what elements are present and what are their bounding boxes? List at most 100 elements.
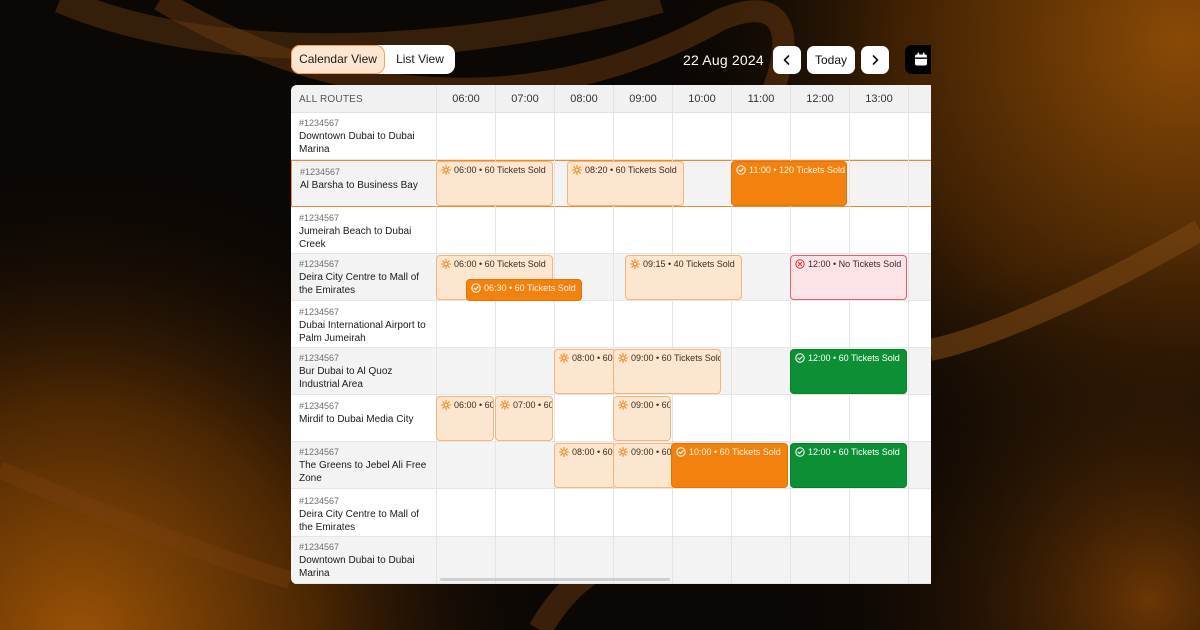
trip-event-label: 12:00 • No Tickets Sold <box>808 259 902 269</box>
trip-event-label: 10:00 • 60 Tickets Sold <box>689 447 781 457</box>
route-id: #1234567 <box>299 259 340 269</box>
grid-header: ALL ROUTES 06:00 07:00 08:00 09:00 10:00 11:0… <box>291 85 931 113</box>
trip-event-label: 07:00 • 60 <box>513 400 553 410</box>
trip-event-label: 08:00 • 60 <box>572 447 613 457</box>
view-toggle: Calendar View List View <box>291 45 455 74</box>
trip-event-label: 09:00 • 60 <box>631 400 671 410</box>
route-label: #1234567 Downtown Dubai to Dubai Marina <box>291 113 436 159</box>
route-id: #1234567 <box>300 167 341 177</box>
check-circle-icon <box>795 447 805 459</box>
route-id: #1234567 <box>299 401 340 411</box>
route-id: #1234567 <box>299 307 340 317</box>
trip-event-label: 06:00 • 60 Tickets Sold <box>454 165 546 175</box>
trip-event[interactable]: 12:00 • 60 Tickets Sold <box>790 349 907 394</box>
route-row[interactable]: #1234567 Jumeirah Beach to Dubai Creek <box>291 207 931 254</box>
route-label: #1234567 Mirdif to Dubai Media City <box>291 395 436 441</box>
route-label: #1234567 Dubai International Airport to P… <box>291 301 436 347</box>
route-label: #1234567 Downtown Dubai to Dubai Marina <box>291 537 436 583</box>
trip-event-label: 08:20 • 60 Tickets Sold <box>585 165 677 175</box>
sun-icon <box>558 352 570 365</box>
trip-event-label: 11:00 • 120 Tickets Sold <box>749 165 846 175</box>
route-name: Jumeirah Beach to Dubai Creek <box>299 226 412 250</box>
route-id: #1234567 <box>299 447 340 457</box>
trip-event[interactable]: 06:30 • 60 Tickets Sold <box>466 279 582 301</box>
route-row[interactable]: #1234567 Mirdif to Dubai Media City <box>291 395 931 442</box>
sun-icon <box>440 258 452 271</box>
hour-gridline <box>908 113 909 584</box>
list-view-tab[interactable]: List View <box>385 45 455 74</box>
hour-gridline <box>554 113 555 584</box>
route-name: Downtown Dubai to Dubai Marina <box>299 555 415 579</box>
next-day-button[interactable] <box>861 46 889 74</box>
trip-event-label: 12:00 • 60 Tickets Sold <box>808 447 900 457</box>
trip-event-label: 06:30 • 60 Tickets Sold <box>484 283 576 293</box>
trip-event[interactable]: 08:20 • 60 Tickets Sold <box>567 161 684 206</box>
previous-day-button[interactable] <box>773 46 801 74</box>
sun-icon <box>629 258 641 271</box>
trip-event-label: 06:00 • 60 <box>454 400 494 410</box>
trip-event[interactable]: 06:00 • 60 <box>436 396 494 441</box>
route-label: #1234567 Deira City Centre to Mall of the… <box>291 490 436 536</box>
trip-event[interactable]: 11:00 • 120 Tickets Sold <box>731 161 847 206</box>
route-row[interactable]: #1234567 Downtown Dubai to Dubai Marina <box>291 113 931 160</box>
trip-event[interactable]: 09:00 • 60 <box>613 396 671 441</box>
trip-event[interactable]: 08:00 • 60 <box>554 443 616 488</box>
route-name: Deira City Centre to Mall of the Emirate… <box>299 509 420 533</box>
calendar-icon <box>915 52 927 66</box>
trip-event[interactable]: 09:00 • 60 <box>613 443 675 488</box>
hour-column-header: 08:00 <box>554 85 613 113</box>
route-id: #1234567 <box>299 353 340 363</box>
schedule-grid: ALL ROUTES 06:00 07:00 08:00 09:00 10:00 11:0… <box>291 85 931 584</box>
trip-event[interactable]: 09:00 • 60 Tickets Sold <box>613 349 721 394</box>
trip-event[interactable]: 09:15 • 40 Tickets Sold <box>625 255 742 300</box>
hour-column-header: 10:00 <box>672 85 731 113</box>
trip-event[interactable]: 10:00 • 60 Tickets Sold <box>671 443 788 488</box>
trip-event[interactable]: 08:00 • 60 <box>554 349 616 394</box>
route-label: #1234567 Al Barsha to Business Bay <box>292 161 437 206</box>
check-circle-icon <box>736 165 746 177</box>
sun-icon <box>499 399 511 412</box>
route-row[interactable]: #1234567 Downtown Dubai to Dubai Marina <box>291 537 931 584</box>
trip-event[interactable]: 06:00 • 60 Tickets Sold <box>436 161 553 206</box>
sun-icon <box>617 352 629 365</box>
trip-event-label: 12:00 • 60 Tickets Sold <box>808 353 900 363</box>
hour-column-header: 09:00 <box>613 85 672 113</box>
sun-icon <box>617 446 629 459</box>
x-circle-icon <box>795 259 805 271</box>
hour-column-header: 13:00 <box>849 85 908 113</box>
current-date: 22 Aug 2024 <box>683 52 764 68</box>
check-circle-icon <box>795 353 805 365</box>
hour-column-header: 07:00 <box>495 85 554 113</box>
trip-event-label: 09:00 • 60 <box>631 447 672 457</box>
sun-icon <box>558 446 570 459</box>
route-id: #1234567 <box>299 542 340 552</box>
route-name: Bur Dubai to Al Quoz Industrial Area <box>299 366 393 390</box>
sun-icon <box>440 399 452 412</box>
route-id: #1234567 <box>299 118 340 128</box>
trip-event-label: 08:00 • 60 <box>572 353 613 363</box>
route-label: #1234567 Deira City Centre to Mall of the… <box>291 254 436 300</box>
check-circle-icon <box>676 447 686 459</box>
trip-event-label: 09:00 • 60 Tickets Sold <box>631 353 721 363</box>
trip-event[interactable]: 12:00 • No Tickets Sold <box>790 255 907 300</box>
route-name: Dubai International Airport to Palm Jume… <box>299 320 426 344</box>
route-label: #1234567 Bur Dubai to Al Quoz Industrial … <box>291 348 436 394</box>
route-name: The Greens to Jebel Ali Free Zone <box>299 460 427 484</box>
today-button[interactable]: Today <box>807 46 855 74</box>
route-label: #1234567 Jumeirah Beach to Dubai Creek <box>291 207 436 253</box>
sun-icon <box>617 399 629 412</box>
route-row[interactable]: #1234567 Deira City Centre to Mall of the… <box>291 490 931 537</box>
horizontal-scrollbar[interactable] <box>440 578 670 581</box>
hour-column-header: 06:00 <box>436 85 495 113</box>
trip-event-label: 09:15 • 40 Tickets Sold <box>643 259 735 269</box>
trip-event[interactable]: 12:00 • 60 Tickets Sold <box>790 443 907 488</box>
route-row[interactable]: #1234567 Dubai International Airport to P… <box>291 301 931 348</box>
sun-icon <box>440 164 452 177</box>
chevron-left-icon <box>783 55 790 65</box>
routes-column-header: ALL ROUTES <box>299 94 363 105</box>
calendar-view-tab[interactable]: Calendar View <box>291 45 385 74</box>
route-name: Al Barsha to Business Bay <box>300 180 418 191</box>
calendar-picker-button[interactable] <box>905 45 931 74</box>
check-circle-icon <box>471 283 481 295</box>
trip-event[interactable]: 07:00 • 60 <box>495 396 553 441</box>
